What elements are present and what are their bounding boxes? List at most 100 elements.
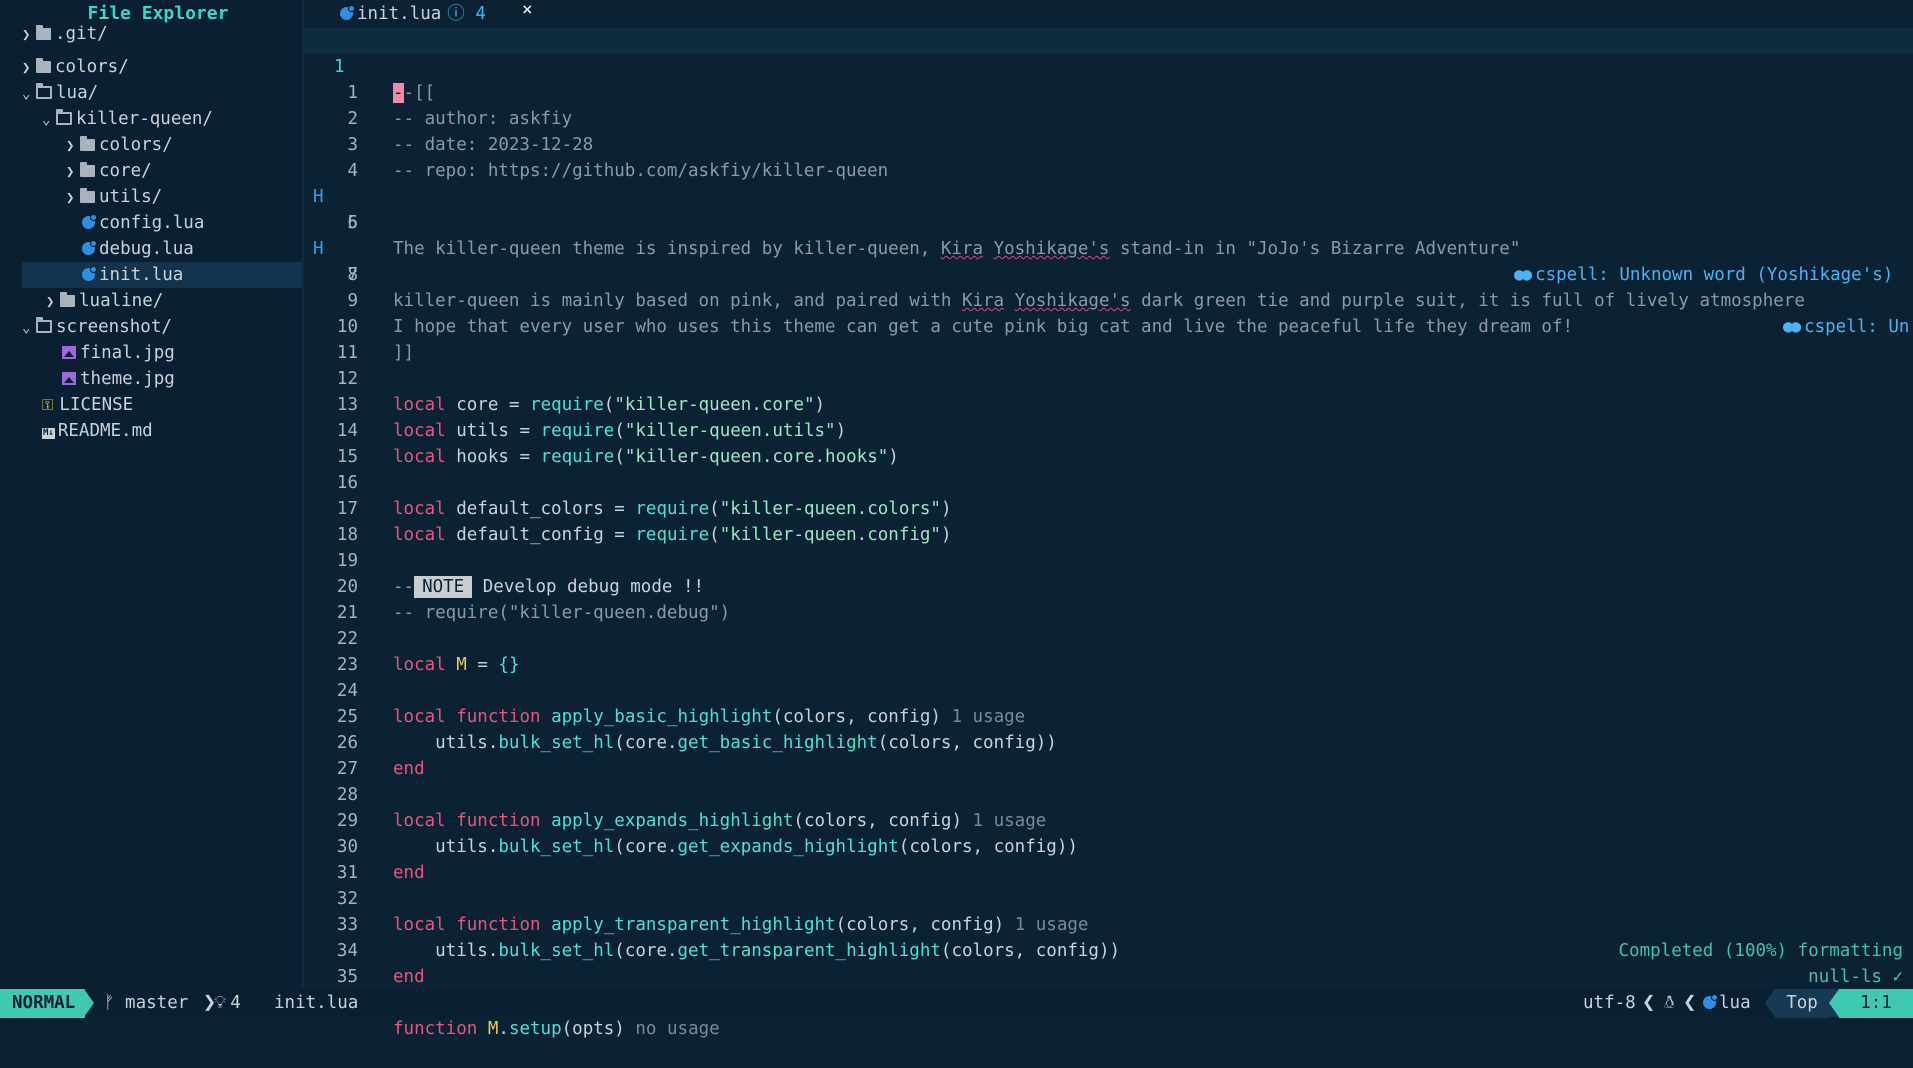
folder-open-icon — [36, 83, 52, 99]
folder-open-icon — [56, 109, 72, 125]
scroll-position: Top — [1775, 989, 1829, 1018]
code-line: 25 utils.bulk_set_hl(core.get_basic_high… — [304, 678, 1913, 753]
code-line: 14 local hooks = require("killer-queen.c… — [304, 392, 1913, 467]
code-line: 17 local default_config = require("kille… — [304, 470, 1913, 545]
tree-item-label: theme.jpg — [80, 369, 175, 389]
code-line: 20 -- require("killer-queen.debug") — [304, 548, 1913, 623]
tree-item-license[interactable]: ⚿ LICENSE — [42, 392, 302, 418]
tree-item-label: colors/ — [99, 135, 173, 155]
tree-item-colors-nested[interactable]: ❯ colors/ — [66, 132, 302, 158]
lightbulb-icon: 💡︎ — [214, 993, 227, 1013]
code-line: 21 — [304, 574, 1913, 623]
git-branch-icon: ᚠ — [104, 993, 115, 1013]
tree-item-label: killer-queen/ — [76, 109, 213, 129]
folder-icon — [80, 188, 95, 203]
image-file-icon — [62, 372, 76, 385]
tree-item-screenshot[interactable]: ⌄ screenshot/ — [22, 314, 302, 340]
tree-item-utils[interactable]: ❯ utils/ — [66, 184, 302, 210]
code-line: 4 — [304, 132, 1913, 181]
tab-init-lua[interactable]: init.lua ⓘ 4 — [340, 0, 486, 28]
lsp-progress-message: Completed (100%) formatting — [1618, 941, 1903, 961]
tree-item-label: core/ — [99, 161, 152, 181]
code-line: 24 local function apply_basic_highlight(… — [304, 652, 1913, 727]
code-line: 29 utils.bulk_set_hl(core.get_expands_hi… — [304, 782, 1913, 857]
folder-icon — [36, 58, 51, 73]
lua-file-icon — [1703, 994, 1718, 1009]
close-tab-button[interactable]: × — [522, 0, 533, 20]
tree-item-core[interactable]: ❯ core/ — [66, 158, 302, 184]
chevron-right-icon: ❯ — [46, 294, 55, 310]
tree-item-lualine[interactable]: ❯ lualine/ — [46, 288, 302, 314]
folder-icon — [80, 136, 95, 151]
folder-icon — [36, 25, 51, 40]
tab-diagnostics: ⓘ 4 — [447, 4, 486, 24]
folder-icon — [60, 292, 75, 307]
chevron-down-icon: ⌄ — [22, 86, 31, 102]
code-line: 18 — [304, 496, 1913, 545]
linux-icon: 🐧︎ — [1664, 993, 1675, 1013]
file-encoding: utf-8 — [1583, 993, 1636, 1013]
cursor-position: 1:1 — [1839, 989, 1913, 1018]
tree-item-label: debug.lua — [99, 239, 194, 259]
git-branch-name: master — [125, 993, 189, 1013]
code-line: 1 --[[ — [304, 28, 1913, 103]
code-line: 10 ]] — [304, 288, 1913, 363]
code-line: 34 end — [304, 912, 1913, 987]
tree-item-init-lua[interactable]: init.lua — [22, 262, 302, 288]
code-line: 16 local default_colors = require("kille… — [304, 444, 1913, 519]
code-line: 23 — [304, 626, 1913, 675]
status-line: NORMAL ᚠ master ❯ 💡︎ 4 init.lua utf-8 ❮ 🐧… — [0, 989, 1913, 1018]
tree-item-label: config.lua — [99, 213, 205, 233]
tree-item-label: .git/ — [55, 24, 108, 44]
code-line: 19 -- NOTE Develop debug mode !! — [304, 522, 1913, 598]
tree-item-readme[interactable]: M↓ README.md — [42, 418, 302, 444]
lua-file-icon — [82, 214, 97, 229]
tree-item-debug-lua[interactable]: debug.lua — [82, 236, 302, 262]
code-line: 1 -- author: askfiy — [304, 54, 1913, 129]
lsp-progress-notification: Completed (100%) formatting null-ls ✓ — [1619, 938, 1903, 990]
tree-item-theme-jpg[interactable]: theme.jpg — [62, 366, 302, 392]
code-line: 12 local core = require("killer-queen.co… — [304, 340, 1913, 415]
code-line: 22 local M = {} — [304, 600, 1913, 675]
code-line: 8 — [304, 236, 1913, 285]
status-filename: init.lua — [274, 993, 359, 1013]
tab-label: init.lua — [357, 4, 442, 24]
lua-file-icon — [82, 240, 97, 255]
position-separator — [1829, 989, 1839, 1017]
tree-item-label: LICENSE — [59, 395, 134, 415]
tree-item-git[interactable]: ❯ .git/ — [22, 21, 302, 47]
file-explorer: File Explorer ❯ .git/ ❯ colors/ ⌄ lua/ ⌄ kil… — [0, 0, 302, 989]
code-line: 30 end — [304, 808, 1913, 883]
chevron-right-icon: ❯ — [66, 190, 75, 206]
chevron-right-icon: ❯ — [66, 164, 75, 180]
code-editor[interactable]: 1 --[[ 1 -- author: askfiy 2 -- date: 20… — [304, 28, 1913, 1039]
folder-icon — [80, 162, 95, 177]
lsp-client-name: null-ls ✓ — [1808, 967, 1903, 987]
chevron-down-icon: ⌄ — [22, 320, 31, 336]
code-line: H 7 killer-queen is mainly based on pink… — [304, 210, 1913, 337]
code-line: 13 local utils = require("killer-queen.u… — [304, 366, 1913, 441]
code-line: 28 local function apply_expands_highligh… — [304, 756, 1913, 831]
chevron-down-icon: ⌄ — [42, 112, 51, 128]
code-line: H 5 The killer-queen theme is inspired b… — [304, 158, 1913, 285]
folder-open-icon — [36, 317, 52, 333]
tree-item-label: README.md — [57, 421, 153, 441]
tree-item-label: final.jpg — [80, 343, 175, 363]
tab-diagnostic-count: 4 — [475, 4, 486, 24]
tree-item-final-jpg[interactable]: final.jpg — [62, 340, 302, 366]
usage-hint: no usage — [635, 1019, 720, 1039]
tree-item-config-lua[interactable]: config.lua — [82, 210, 302, 236]
code-line: 31 — [304, 834, 1913, 883]
mode-separator — [84, 989, 94, 1017]
tree-item-label: lualine/ — [79, 291, 164, 311]
tree-item-colors[interactable]: ❯ colors/ — [22, 54, 302, 80]
tree-item-killer-queen[interactable]: ⌄ killer-queen/ — [42, 106, 322, 132]
tab-bar: init.lua ⓘ 4 × — [304, 0, 1913, 28]
chevron-right-icon: ❯ — [22, 60, 31, 76]
code-text: function M.setup(opts) no usage — [393, 1019, 720, 1039]
git-branch[interactable]: ᚠ master — [104, 989, 188, 1018]
tree-item-lua[interactable]: ⌄ lua/ — [22, 80, 302, 106]
diagnostics-count[interactable]: 💡︎ 4 — [214, 989, 241, 1018]
code-line: 32 local function apply_transparent_high… — [304, 860, 1913, 935]
code-line: 3 -- repo: https://github.com/askfiy/kil… — [304, 106, 1913, 181]
